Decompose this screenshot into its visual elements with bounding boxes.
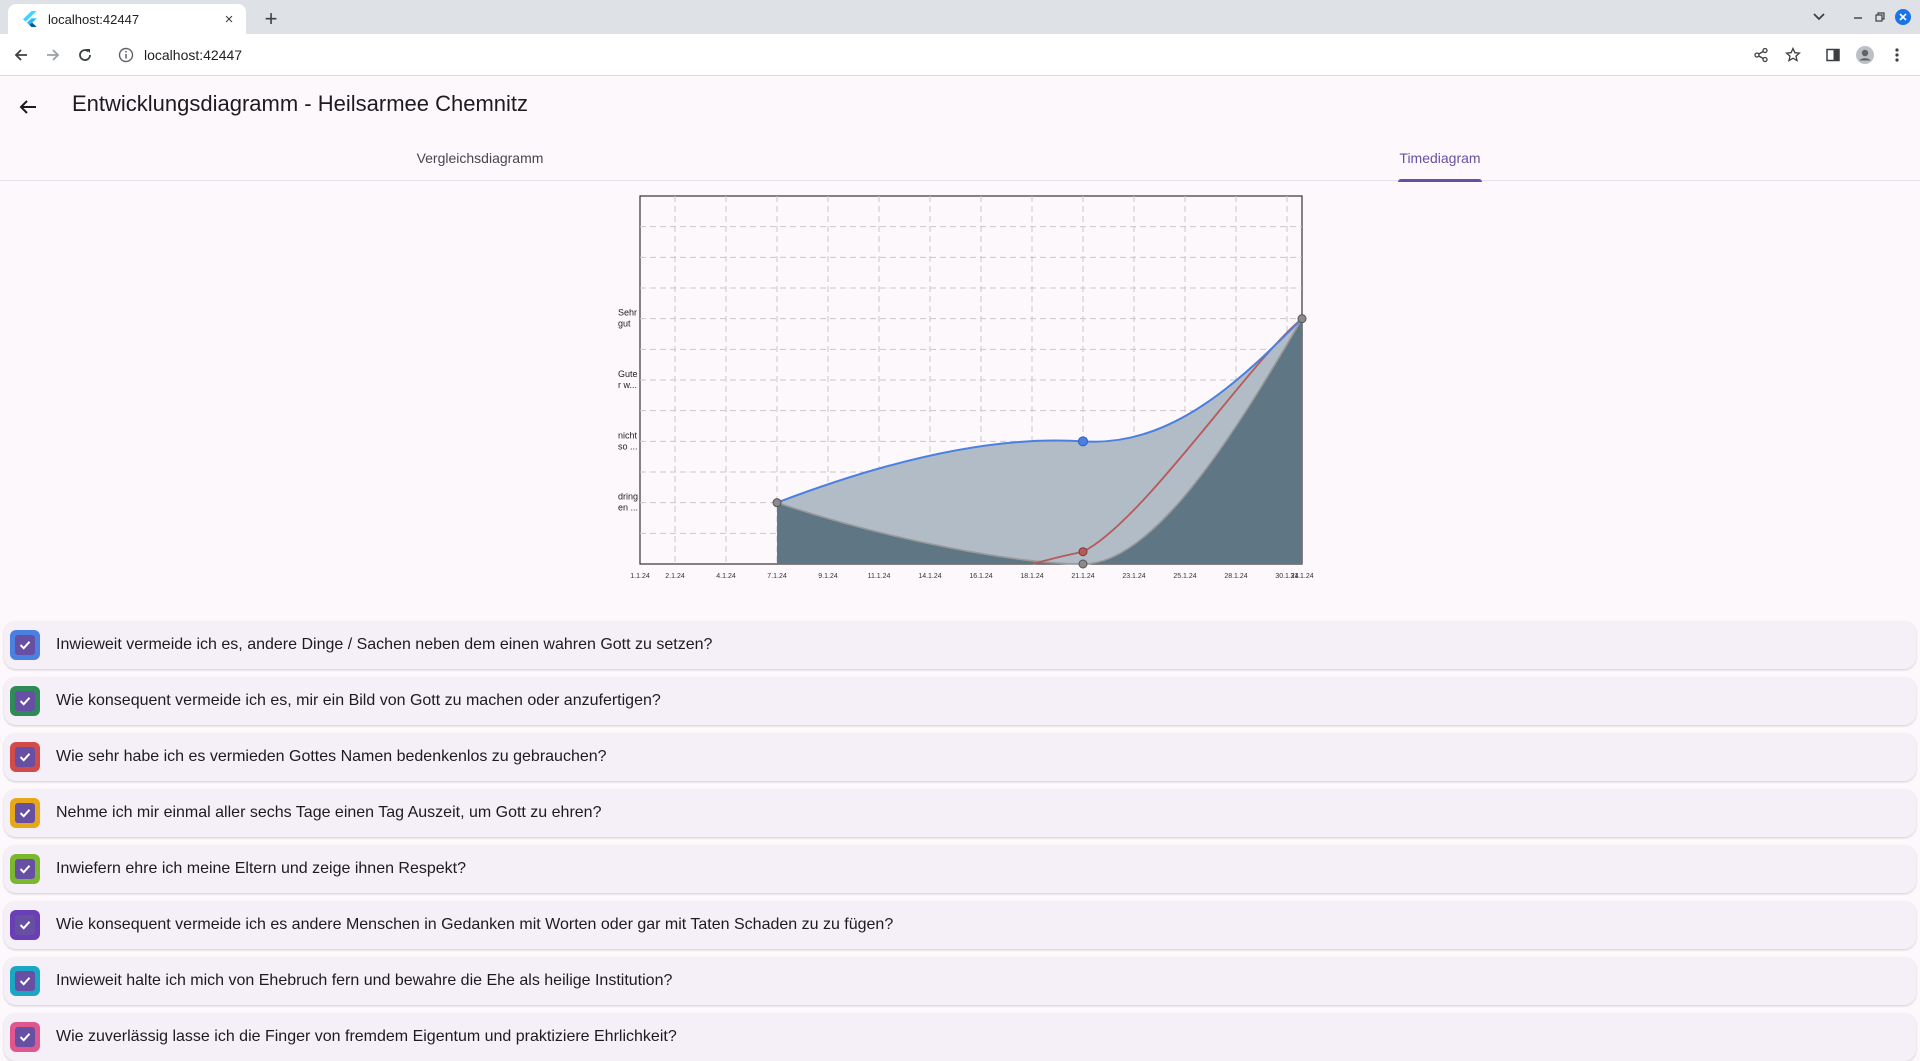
- question-text: Inwieweit vermeide ich es, andere Dinge …: [56, 636, 713, 653]
- question-checkbox[interactable]: [10, 686, 40, 716]
- y-axis-label: en ...: [618, 503, 638, 513]
- checkmark-icon: [15, 1027, 35, 1047]
- x-tick-label: 31.1.24: [1290, 573, 1313, 580]
- question-text: Nehme ich mir einmal aller sechs Tage ei…: [56, 804, 602, 821]
- x-tick-label: 9.1.24: [818, 573, 838, 580]
- tab-title: localhost:42447: [48, 11, 140, 27]
- question-item[interactable]: Nehme ich mir einmal aller sechs Tage ei…: [4, 789, 1916, 837]
- question-checkbox[interactable]: [10, 742, 40, 772]
- question-item[interactable]: Inwiefern ehre ich meine Eltern und zeig…: [4, 845, 1916, 893]
- question-item[interactable]: Wie konsequent vermeide ich es, mir ein …: [4, 677, 1916, 725]
- x-tick-label: 1.1.24: [630, 573, 650, 580]
- menu-dots-icon[interactable]: [1884, 42, 1910, 68]
- blue-data-point: [1078, 436, 1088, 447]
- bookmark-star-icon[interactable]: [1780, 42, 1806, 68]
- checkmark-icon: [15, 747, 35, 767]
- tab-timediagram[interactable]: Timediagram: [1398, 135, 1482, 182]
- x-tick-label: 11.1.24: [868, 573, 891, 580]
- x-tick-label: 14.1.24: [918, 573, 941, 580]
- share-icon[interactable]: [1748, 42, 1774, 68]
- back-icon[interactable]: [8, 42, 34, 68]
- x-tick-label: 4.1.24: [716, 573, 736, 580]
- question-item[interactable]: Wie sehr habe ich es vermieden Gottes Na…: [4, 733, 1916, 781]
- checkmark-icon: [15, 635, 35, 655]
- site-info-icon[interactable]: [118, 47, 134, 63]
- minimize-icon[interactable]: [1848, 6, 1868, 28]
- question-text: Wie konsequent vermeide ich es, mir ein …: [56, 692, 661, 709]
- question-item[interactable]: Wie zuverlässig lasse ich die Finger von…: [4, 1013, 1916, 1061]
- app-bar: Entwicklungsdiagramm - Heilsarmee Chemni…: [0, 77, 1920, 135]
- checkmark-icon: [15, 691, 35, 711]
- back-arrow-icon[interactable]: [14, 93, 42, 121]
- x-tick-label: 16.1.24: [969, 573, 992, 580]
- close-window-icon[interactable]: [1893, 6, 1913, 28]
- y-axis-label: gut: [618, 319, 631, 329]
- tab-search-icon[interactable]: [1808, 6, 1830, 28]
- question-text: Wie konsequent vermeide ich es andere Me…: [56, 916, 894, 933]
- new-tab-button[interactable]: +: [258, 6, 284, 32]
- y-axis-label: nicht: [618, 430, 638, 440]
- question-item[interactable]: Wie konsequent vermeide ich es andere Me…: [4, 901, 1916, 949]
- grey-data-point: [772, 498, 782, 508]
- grey-data-point: [1078, 559, 1088, 569]
- question-checkbox[interactable]: [10, 854, 40, 884]
- restore-icon[interactable]: [1870, 6, 1890, 28]
- question-checkbox[interactable]: [10, 1022, 40, 1052]
- chart-svg: dringen ... nichtso ... Guter w... Sehrgut 1…: [618, 195, 1314, 580]
- question-item[interactable]: Inwieweit halte ich mich von Ehebruch fe…: [4, 957, 1916, 1005]
- y-axis-label: r w...: [618, 380, 637, 390]
- active-tab-indicator: [1398, 179, 1482, 182]
- x-tick-label: 25.1.24: [1173, 573, 1196, 580]
- side-panel-icon[interactable]: [1820, 42, 1846, 68]
- x-tick-label: 28.1.24: [1224, 573, 1247, 580]
- x-tick-label: 18.1.24: [1020, 573, 1043, 580]
- browser-tabstrip: localhost:42447 × +: [0, 0, 1920, 34]
- x-tick-label: 7.1.24: [767, 573, 787, 580]
- address-bar[interactable]: localhost:42447: [108, 39, 1768, 71]
- x-tick-label: 21.1.24: [1071, 573, 1094, 580]
- question-text: Inwieweit halte ich mich von Ehebruch fe…: [56, 972, 673, 989]
- profile-avatar-icon[interactable]: [1852, 42, 1878, 68]
- close-tab-icon[interactable]: ×: [220, 10, 238, 28]
- x-tick-label: 23.1.24: [1122, 573, 1145, 580]
- forward-icon[interactable]: [40, 42, 66, 68]
- question-checkbox[interactable]: [10, 630, 40, 660]
- checkmark-icon: [15, 859, 35, 879]
- flutter-icon: [22, 11, 38, 27]
- checkmark-icon: [15, 971, 35, 991]
- page-title: Entwicklungsdiagramm - Heilsarmee Chemni…: [72, 91, 529, 116]
- checkmark-icon: [15, 915, 35, 935]
- question-text: Wie sehr habe ich es vermieden Gottes Na…: [56, 748, 607, 765]
- y-axis-label: so ...: [618, 441, 638, 451]
- tab-bar: Vergleichsdiagramm Timediagram: [0, 135, 1920, 182]
- question-checkbox[interactable]: [10, 966, 40, 996]
- question-checkbox[interactable]: [10, 798, 40, 828]
- question-text: Inwiefern ehre ich meine Eltern und zeig…: [56, 860, 467, 877]
- tab-label: Timediagram: [1399, 150, 1481, 166]
- x-tick-label: 2.1.24: [665, 573, 685, 580]
- question-item[interactable]: Inwieweit vermeide ich es, andere Dinge …: [4, 621, 1916, 669]
- red-data-point: [1078, 547, 1088, 557]
- question-checkbox[interactable]: [10, 910, 40, 940]
- time-chart: dring en ... nicht so ... Gute r w... Sehr gut 1…: [600, 186, 1340, 586]
- question-text: Wie zuverlässig lasse ich die Finger von…: [56, 1028, 677, 1045]
- browser-tab[interactable]: localhost:42447 ×: [8, 4, 246, 34]
- y-axis-label: Gute: [618, 369, 638, 379]
- reload-icon[interactable]: [72, 42, 98, 68]
- browser-toolbar: localhost:42447: [0, 34, 1920, 76]
- grey-data-point: [1297, 314, 1307, 324]
- url-text: localhost:42447: [144, 47, 243, 63]
- y-axis-label: dring: [618, 492, 638, 502]
- y-axis-label: Sehr: [618, 308, 637, 318]
- tab-vergleichsdiagramm[interactable]: Vergleichsdiagramm: [400, 135, 560, 181]
- tab-label: Vergleichsdiagramm: [416, 150, 544, 166]
- checkmark-icon: [15, 803, 35, 823]
